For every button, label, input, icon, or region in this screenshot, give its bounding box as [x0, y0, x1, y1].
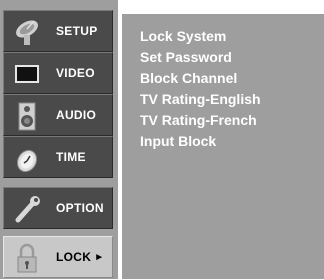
- option-tv-rating-english[interactable]: TV Rating-English: [140, 89, 261, 110]
- menu-item-label: VIDEO: [56, 66, 95, 80]
- padlock-icon: [10, 241, 44, 275]
- menu-item-label: TIME: [56, 150, 86, 164]
- wrench-icon: [10, 192, 44, 226]
- menu-item-option[interactable]: OPTION: [3, 187, 113, 229]
- option-input-block[interactable]: Input Block: [140, 131, 261, 152]
- lock-label-text: LOCK: [56, 250, 92, 264]
- option-block-channel[interactable]: Block Channel: [140, 68, 261, 89]
- menu-item-audio[interactable]: AUDIO: [3, 94, 113, 136]
- menu-item-setup[interactable]: SETUP: [3, 10, 113, 52]
- main-menu-sidebar: SETUP VIDEO AUDIO TIME OPTION LOCK ►: [0, 0, 118, 279]
- speaker-icon: [10, 99, 44, 133]
- menu-item-label: LOCK ►: [56, 237, 108, 277]
- arrow-right-icon: ►: [94, 251, 105, 263]
- menu-item-time[interactable]: TIME: [3, 136, 113, 178]
- menu-item-label: SETUP: [56, 24, 98, 38]
- option-tv-rating-french[interactable]: TV Rating-French: [140, 110, 261, 131]
- lock-options-list: Lock System Set Password Block Channel T…: [140, 26, 261, 152]
- menu-item-label: AUDIO: [56, 108, 97, 122]
- lock-submenu-panel: Lock System Set Password Block Channel T…: [122, 14, 324, 279]
- option-lock-system[interactable]: Lock System: [140, 26, 261, 47]
- clock-icon: [10, 141, 44, 175]
- menu-item-video[interactable]: VIDEO: [3, 52, 113, 94]
- menu-item-label: OPTION: [56, 201, 104, 215]
- option-set-password[interactable]: Set Password: [140, 47, 261, 68]
- menu-item-lock[interactable]: LOCK ►: [3, 236, 113, 278]
- satellite-dish-icon: [10, 15, 44, 49]
- tv-screen-icon: [10, 57, 44, 91]
